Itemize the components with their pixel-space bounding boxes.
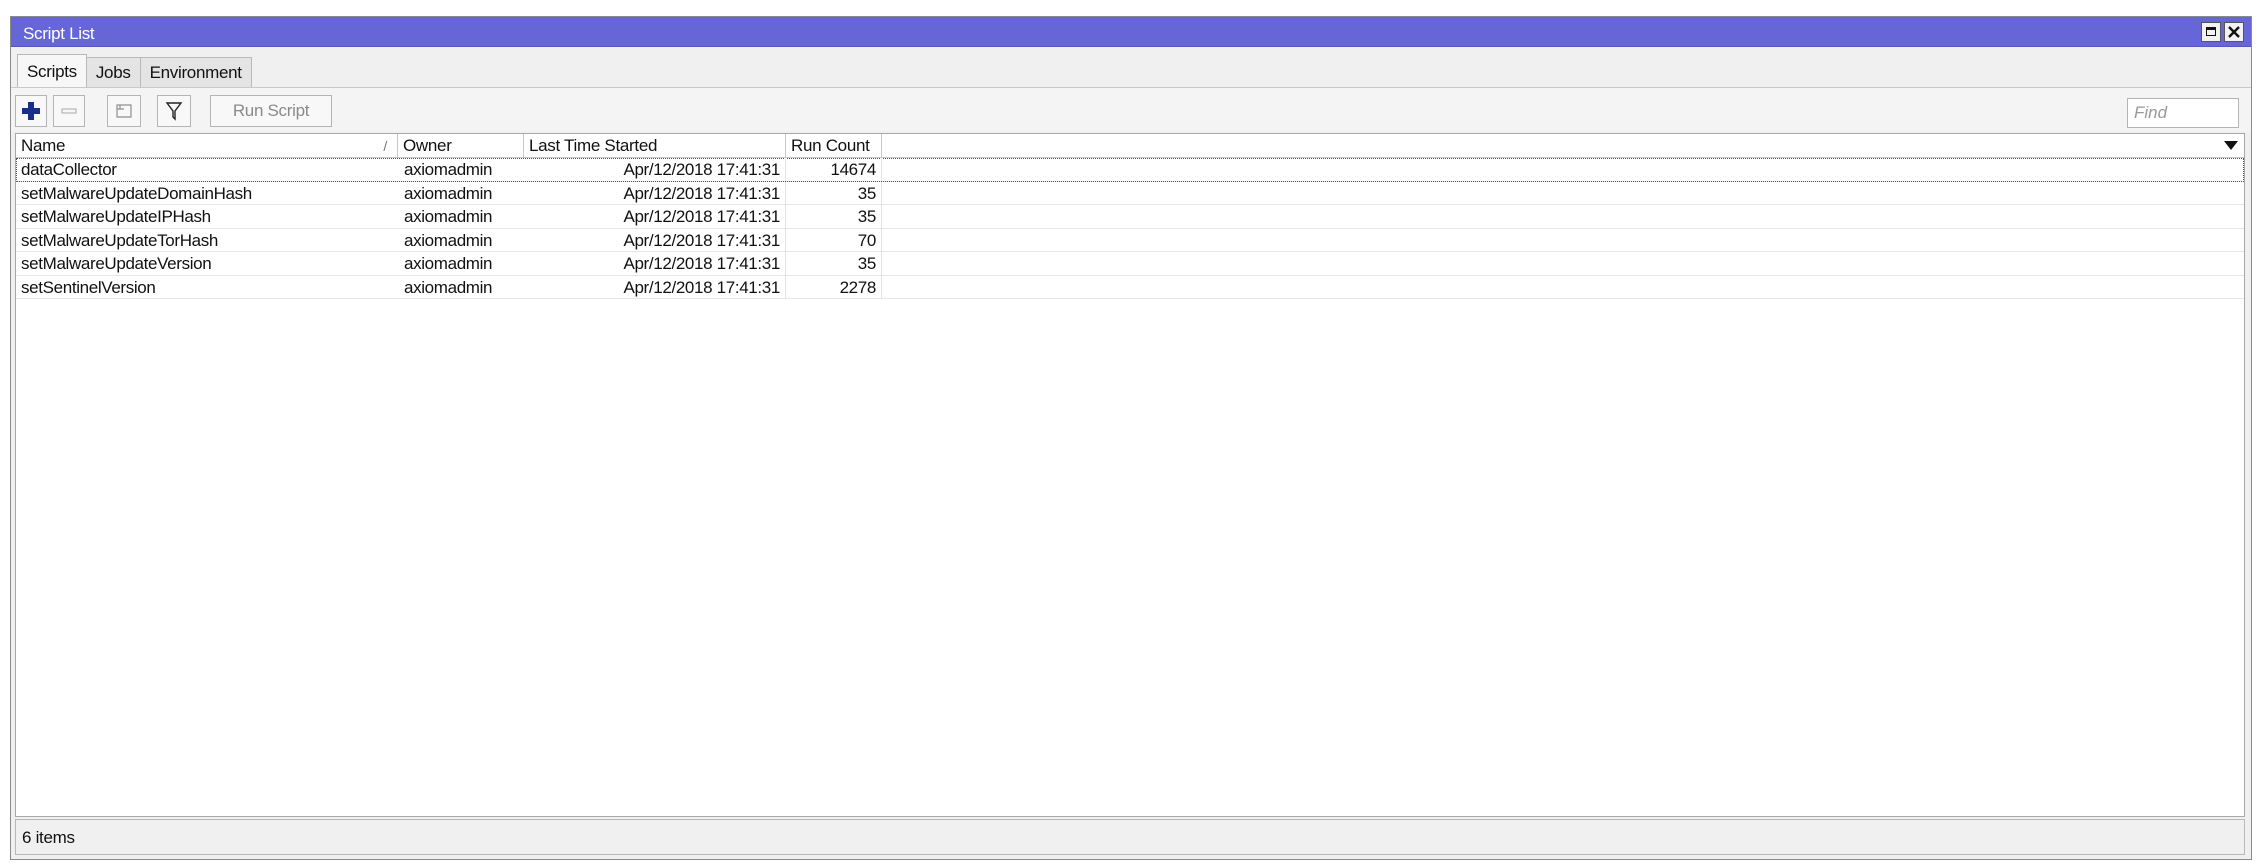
- scripts-table: Name / Owner Last Time Started Run Count…: [15, 133, 2245, 817]
- cell-name: setMalwareUpdateVersion: [21, 254, 212, 273]
- column-menu-dropdown-icon[interactable]: [2224, 141, 2238, 150]
- column-header-owner[interactable]: Owner: [398, 134, 524, 157]
- cell-run-count: 70: [786, 228, 882, 252]
- cell-name: setMalwareUpdateIPHash: [21, 207, 211, 226]
- cell-owner: axiomadmin: [404, 183, 493, 203]
- item-count: 6 items: [22, 828, 75, 847]
- cell-owner: axiomadmin: [404, 160, 493, 179]
- tab-jobs[interactable]: Jobs: [85, 57, 141, 87]
- table-body: dataCollector axiomadmin Apr/12/2018 17:…: [16, 158, 2244, 299]
- table-row[interactable]: setSentinelVersion axiomadmin Apr/12/201…: [16, 275, 2244, 299]
- cell-last-time-started: Apr/12/2018 17:41:31: [524, 181, 786, 205]
- window-title: Script List: [23, 24, 95, 43]
- toolbar: Run Script: [11, 87, 2251, 131]
- cell-run-count: 35: [786, 252, 882, 275]
- cell-owner: axiomadmin: [404, 207, 493, 226]
- find-input[interactable]: [2127, 98, 2239, 128]
- cell-name: setMalwareUpdateDomainHash: [21, 183, 252, 203]
- tab-bar: Scripts Jobs Environment: [17, 54, 252, 87]
- remove-button[interactable]: [53, 95, 85, 127]
- table-row[interactable]: setMalwareUpdateTorHash axiomadmin Apr/1…: [16, 228, 2244, 252]
- close-button[interactable]: [2224, 22, 2244, 42]
- cell-name: setMalwareUpdateTorHash: [21, 230, 218, 250]
- cell-run-count: 14674: [786, 158, 882, 181]
- add-button[interactable]: [15, 95, 47, 127]
- cell-name: setSentinelVersion: [21, 277, 156, 297]
- table-row[interactable]: setMalwareUpdateIPHash axiomadmin Apr/12…: [16, 205, 2244, 229]
- comment-button[interactable]: [107, 95, 141, 127]
- title-bar[interactable]: Script List: [11, 17, 2251, 47]
- column-header-name[interactable]: Name /: [16, 134, 398, 157]
- table-row[interactable]: setMalwareUpdateDomainHash axiomadmin Ap…: [16, 181, 2244, 205]
- tab-scripts[interactable]: Scripts: [17, 54, 87, 87]
- column-header-last-time-started[interactable]: Last Time Started: [524, 134, 786, 157]
- table-header: Name / Owner Last Time Started Run Count: [16, 134, 2244, 158]
- filter-button[interactable]: [157, 95, 191, 127]
- filter-icon: [165, 102, 183, 121]
- close-icon: [2228, 26, 2240, 38]
- top-strip: [0, 0, 2267, 16]
- cell-name: dataCollector: [21, 160, 117, 179]
- cell-owner: axiomadmin: [404, 230, 493, 250]
- tab-environment[interactable]: Environment: [139, 57, 252, 87]
- cell-run-count: 35: [786, 205, 882, 228]
- comment-icon: [116, 104, 132, 118]
- cell-owner: axiomadmin: [404, 254, 493, 273]
- cell-last-time-started: Apr/12/2018 17:41:31: [524, 158, 786, 181]
- cell-run-count: 35: [786, 181, 882, 205]
- column-header-run-count[interactable]: Run Count: [786, 134, 882, 157]
- cell-run-count: 2278: [786, 275, 882, 299]
- run-script-button[interactable]: Run Script: [210, 95, 332, 127]
- cell-owner: axiomadmin: [404, 277, 493, 297]
- cell-last-time-started: Apr/12/2018 17:41:31: [524, 275, 786, 299]
- cell-last-time-started: Apr/12/2018 17:41:31: [524, 205, 786, 228]
- minus-icon: [61, 108, 77, 114]
- script-list-window: Script List Scripts Jobs Environment Run…: [10, 16, 2252, 860]
- cell-last-time-started: Apr/12/2018 17:41:31: [524, 228, 786, 252]
- plus-icon: [22, 102, 40, 120]
- column-header-filler: [882, 134, 2218, 157]
- table-row[interactable]: dataCollector axiomadmin Apr/12/2018 17:…: [16, 158, 2244, 182]
- sort-indicator: /: [383, 138, 387, 154]
- status-bar: 6 items: [15, 819, 2245, 855]
- table-row[interactable]: setMalwareUpdateVersion axiomadmin Apr/1…: [16, 252, 2244, 276]
- maximize-button[interactable]: [2201, 22, 2221, 42]
- cell-last-time-started: Apr/12/2018 17:41:31: [524, 252, 786, 275]
